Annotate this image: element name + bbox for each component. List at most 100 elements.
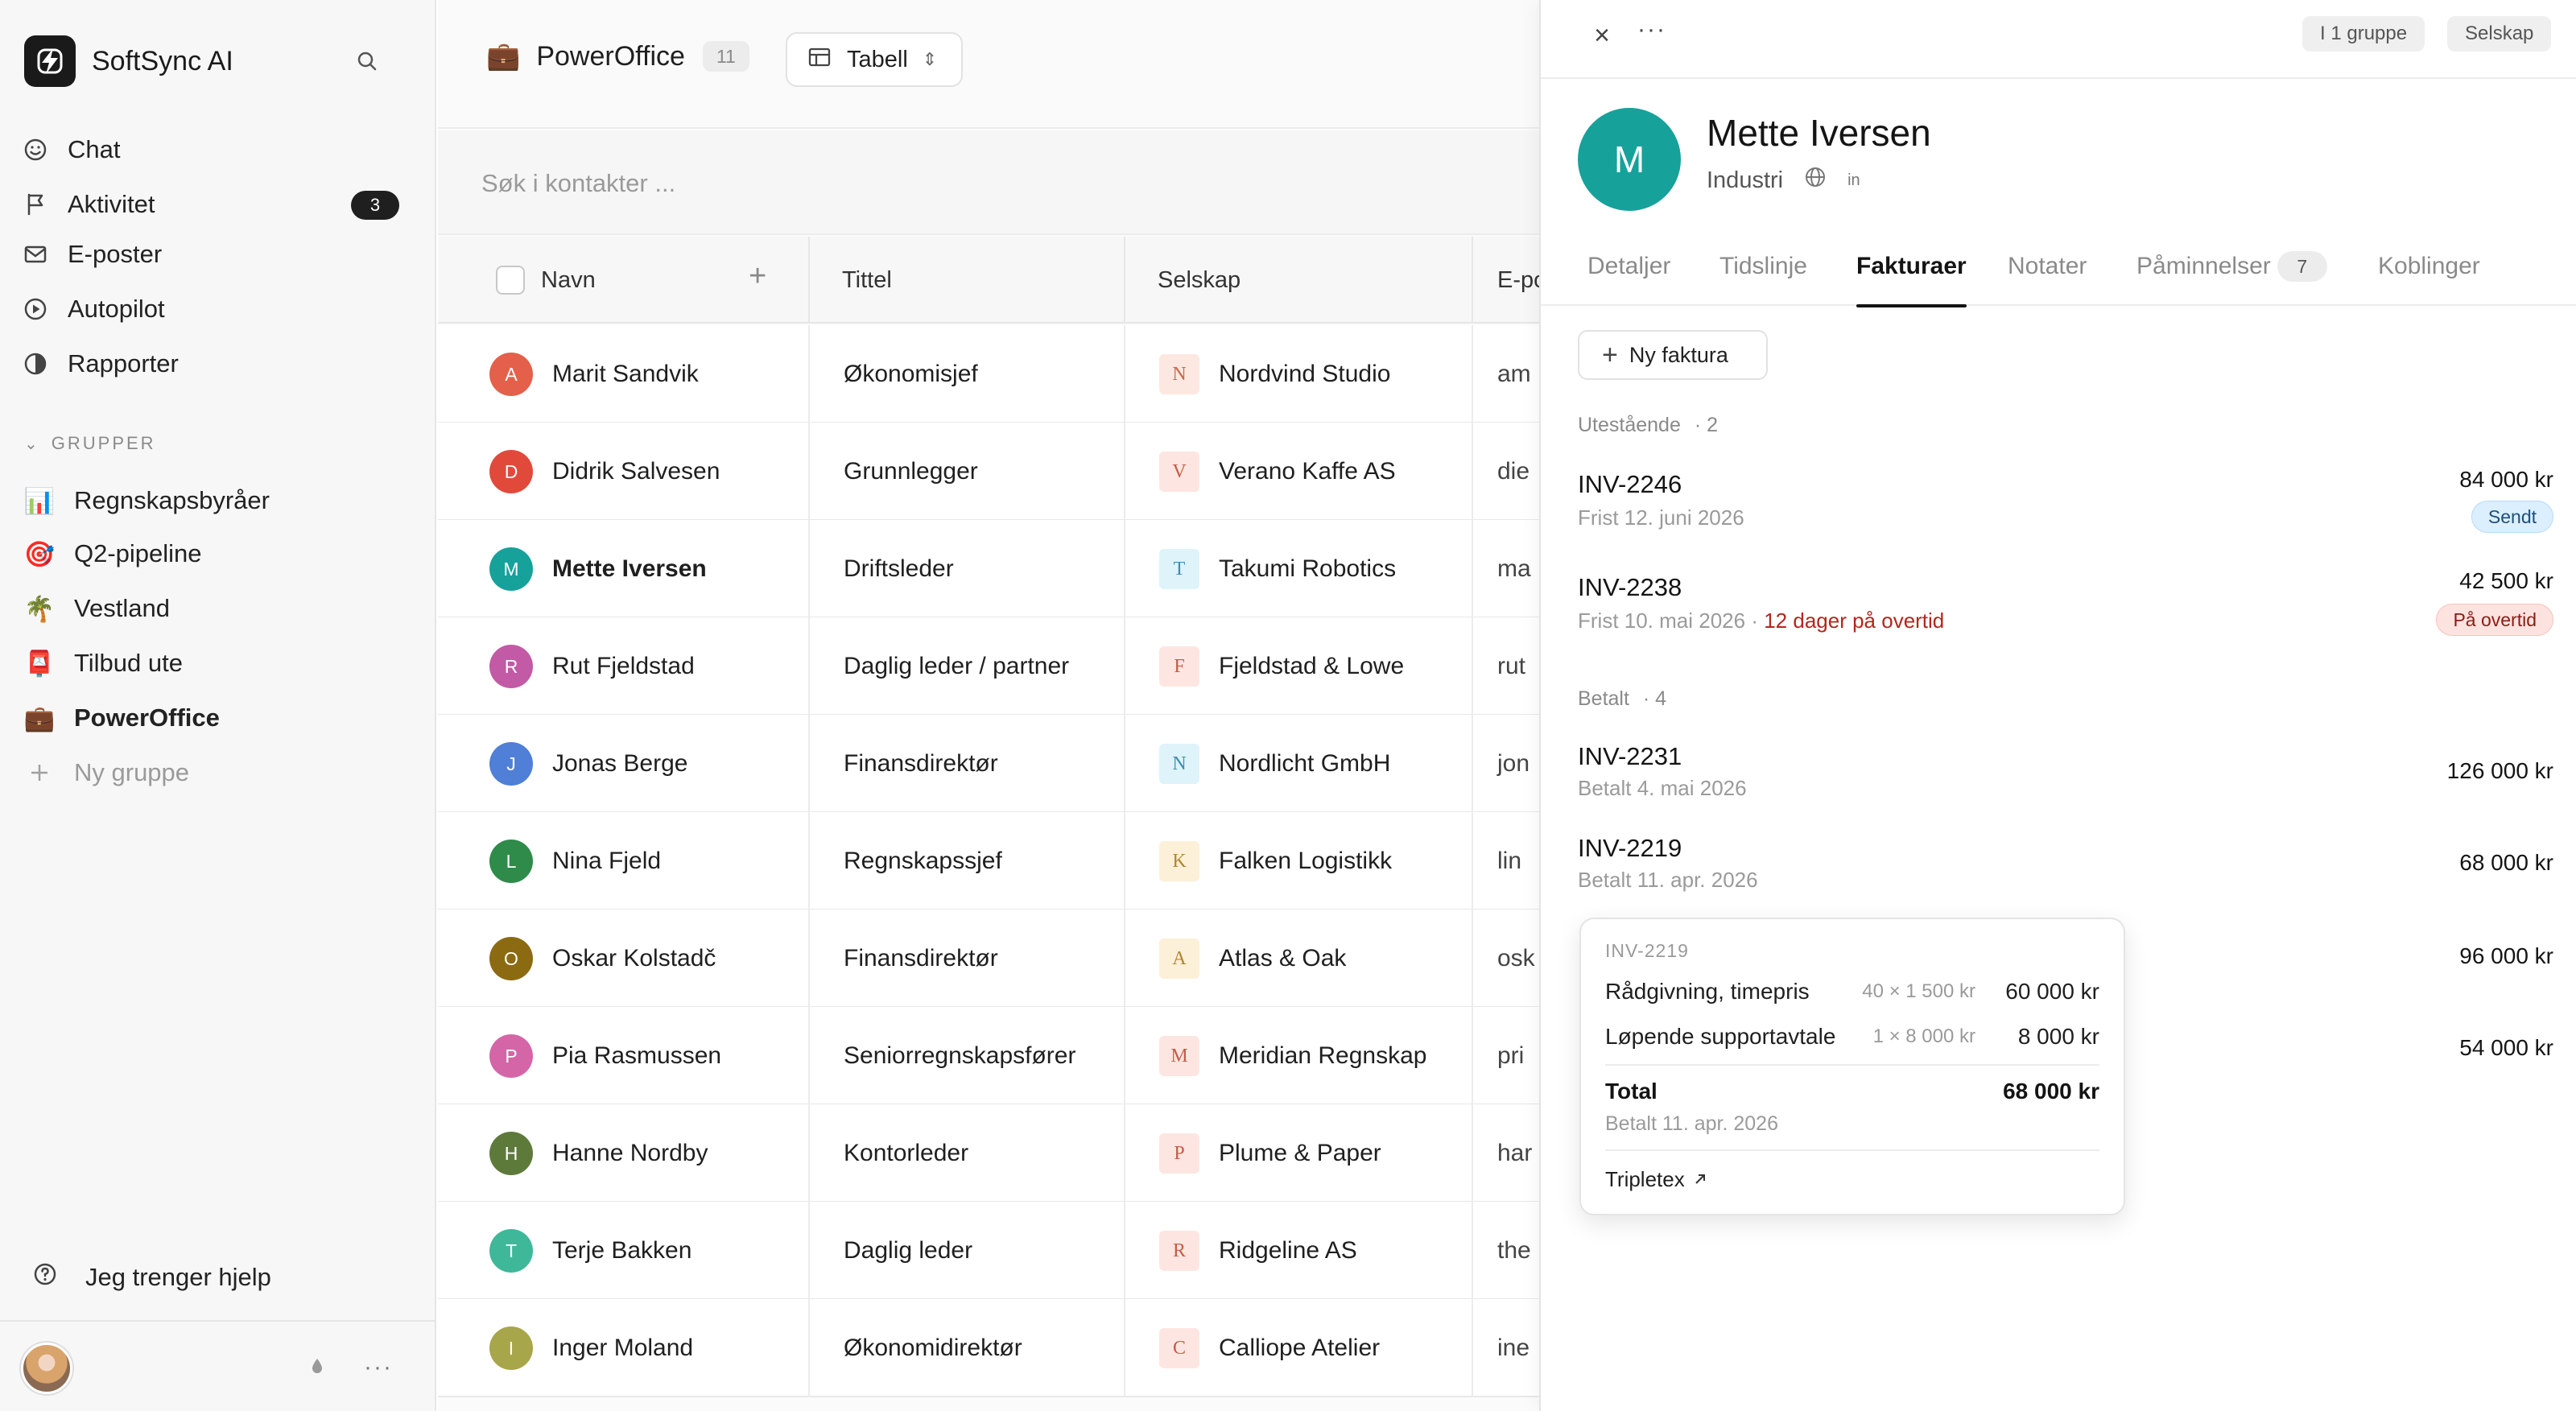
chevron-updown-icon: ⇕ — [922, 49, 938, 69]
table-row[interactable]: P Pia Rasmussen Seniorregnskapsfører M Merid… — [438, 1007, 1539, 1105]
nav-item-rapporter[interactable]: Rapporter — [21, 341, 407, 386]
table-row[interactable]: T Terje Bakken Daglig leder R Ridgeline AS th… — [438, 1202, 1539, 1300]
droplet-icon[interactable] — [309, 1356, 325, 1380]
nav-item-e-poster[interactable]: E-poster — [21, 232, 407, 277]
company-logo: M — [1159, 1036, 1199, 1076]
group-item-vestland[interactable]: 🌴 Vestland — [24, 586, 411, 631]
mailbox-emoji-icon: 📮 — [23, 649, 56, 678]
cell-company[interactable]: V Verano Kaffe AS — [1125, 423, 1473, 521]
close-icon[interactable]: × — [1586, 19, 1618, 52]
cell-email[interactable]: rut — [1473, 617, 1539, 716]
search-icon[interactable] — [351, 45, 383, 77]
invoice-amount[interactable]: 54 000 kr — [2459, 1035, 2553, 1061]
tripletex-link[interactable]: Tripletex — [1605, 1167, 1707, 1192]
cell-company[interactable]: F Fjeldstad & Lowe — [1125, 617, 1473, 716]
nav-label: E-poster — [68, 240, 163, 268]
cell-company[interactable]: K Falken Logistikk — [1125, 812, 1473, 910]
cell-title: Kontorleder — [810, 1104, 1125, 1203]
cell-name: A Marit Sandvik — [438, 325, 810, 423]
company-chip[interactable]: Selskap — [2447, 16, 2552, 52]
invoice-number: INV-2238 — [1578, 573, 1682, 601]
cell-email[interactable]: the — [1473, 1202, 1539, 1300]
globe-icon[interactable] — [1804, 166, 1827, 195]
invoice-due: Frist 12. juni 2026 — [1578, 505, 1744, 530]
table-row[interactable]: I Inger Moland Økonomidirektør C Calliope At… — [438, 1299, 1539, 1397]
tab-tidslinje[interactable]: Tidslinje — [1719, 253, 1807, 306]
table-row[interactable]: M Mette Iversen Driftsleder T Takumi Robotic… — [438, 520, 1539, 618]
company-name: Nordvind Studio — [1219, 361, 1391, 387]
cell-email[interactable]: jon — [1473, 715, 1539, 813]
cell-company[interactable]: N Nordvind Studio — [1125, 325, 1473, 423]
contact-name: Pia Rasmussen — [552, 1042, 722, 1069]
cell-company[interactable]: P Plume & Paper — [1125, 1104, 1473, 1203]
column-header-navn[interactable]: Navn + — [438, 237, 810, 324]
cell-company[interactable]: M Meridian Regnskap — [1125, 1007, 1473, 1105]
column-header-tittel[interactable]: Tittel — [810, 237, 1125, 324]
cell-email[interactable]: die — [1473, 423, 1539, 521]
table-row[interactable]: J Jonas Berge Finansdirektør N Nordlicht Gmb… — [438, 715, 1539, 813]
cell-email[interactable]: ma — [1473, 520, 1539, 618]
cell-email[interactable]: am — [1473, 325, 1539, 423]
table-row[interactable]: O Oskar Kolstadč Finansdirektør A Atlas & Oa… — [438, 910, 1539, 1008]
view-mode-select[interactable]: Tabell ⇕ — [786, 32, 963, 87]
cell-email[interactable]: har — [1473, 1104, 1539, 1203]
new-invoice-button[interactable]: + Ny faktura — [1578, 330, 1768, 380]
softsync-logo-icon — [24, 35, 76, 87]
group-chip[interactable]: I 1 gruppe — [2302, 16, 2425, 52]
table-row[interactable]: H Hanne Nordby Kontorleder P Plume & Paper ha… — [438, 1104, 1539, 1203]
group-item-regnskapsbyraer[interactable]: 📊 Regnskapsbyråer — [24, 478, 411, 523]
linkedin-icon[interactable]: in — [1847, 171, 1860, 190]
contact-avatar: J — [489, 742, 533, 786]
add-column-plus-icon[interactable]: + — [749, 259, 766, 294]
table-row[interactable]: R Rut Fjeldstad Daglig leder / partner F Fje… — [438, 617, 1539, 716]
cell-company[interactable]: N Nordlicht GmbH — [1125, 715, 1473, 813]
table-row[interactable]: L Nina Fjeld Regnskapssjef K Falken Logistik… — [438, 812, 1539, 910]
cell-company[interactable]: R Ridgeline AS — [1125, 1202, 1473, 1300]
contact-search-input[interactable] — [481, 159, 1286, 208]
status-badge: På overtid — [2436, 604, 2553, 636]
contact-name: Hanne Nordby — [552, 1140, 708, 1166]
nav-label: Aktivitet — [68, 190, 155, 218]
nav-label: Chat — [68, 135, 121, 163]
company-logo: R — [1159, 1231, 1199, 1271]
company-name: Falken Logistikk — [1219, 848, 1393, 874]
column-header-selskap[interactable]: Selskap — [1125, 237, 1473, 324]
tab-koblinger[interactable]: Koblinger — [2378, 253, 2480, 306]
group-item-q2-pipeline[interactable]: 🎯 Q2-pipeline — [24, 531, 411, 576]
invoice-due: Frist 10. mai 2026 · 12 dager på overtid — [1578, 609, 1944, 633]
group-item-tilbud-ute[interactable]: 📮 Tilbud ute — [24, 641, 411, 686]
group-item-poweroffice[interactable]: 💼 PowerOffice — [24, 695, 411, 741]
more-icon[interactable]: ··· — [1637, 16, 1666, 43]
cell-email[interactable]: pri — [1473, 1007, 1539, 1105]
cell-email[interactable]: osk — [1473, 910, 1539, 1008]
more-icon[interactable]: ··· — [364, 1354, 393, 1381]
table-row[interactable]: D Didrik Salvesen Grunnlegger V Verano Kaffe… — [438, 423, 1539, 521]
tab-notater[interactable]: Notater — [2008, 253, 2087, 306]
nav-item-aktivitet[interactable]: Aktivitet 3 — [21, 182, 407, 227]
view-header: 💼 PowerOffice 11 Tabell ⇕ — [438, 0, 1539, 129]
brand[interactable]: SoftSync AI — [24, 35, 233, 87]
user-avatar[interactable] — [21, 1343, 72, 1394]
tab-fakturaer[interactable]: Fakturaer — [1856, 253, 1967, 307]
cell-email[interactable]: lin — [1473, 812, 1539, 910]
cell-company[interactable]: A Atlas & Oak — [1125, 910, 1473, 1008]
cell-company[interactable]: T Takumi Robotics — [1125, 520, 1473, 618]
groups-section-toggle[interactable]: ⌄ GRUPPER — [24, 433, 156, 454]
cell-email[interactable]: ine — [1473, 1299, 1539, 1397]
nav-item-chat[interactable]: Chat — [21, 127, 407, 172]
table-row[interactable]: A Marit Sandvik Økonomisjef N Nordvind Studi… — [438, 325, 1539, 423]
invoice-paid-date: Betalt 11. apr. 2026 — [1578, 868, 1758, 892]
section-label: Utestående — [1578, 414, 1681, 436]
tab-paminnelser[interactable]: Påminnelser 7 — [2136, 251, 2327, 306]
tab-detaljer[interactable]: Detaljer — [1587, 253, 1670, 306]
cell-company[interactable]: C Calliope Atelier — [1125, 1299, 1473, 1397]
column-header-e-post[interactable]: E-post — [1473, 237, 1539, 324]
select-all-checkbox[interactable] — [496, 266, 525, 295]
new-group-button[interactable]: Ny gruppe — [24, 750, 411, 795]
nav-item-autopilot[interactable]: Autopilot — [21, 287, 407, 332]
help-button[interactable]: Jeg trenger hjelp — [32, 1261, 271, 1293]
invoice-amount[interactable]: 96 000 kr — [2459, 943, 2553, 969]
contact-name: Rut Fjeldstad — [552, 653, 695, 679]
invoice-number: INV-2246 — [1578, 470, 1682, 498]
contact-name: Terje Bakken — [552, 1237, 692, 1264]
